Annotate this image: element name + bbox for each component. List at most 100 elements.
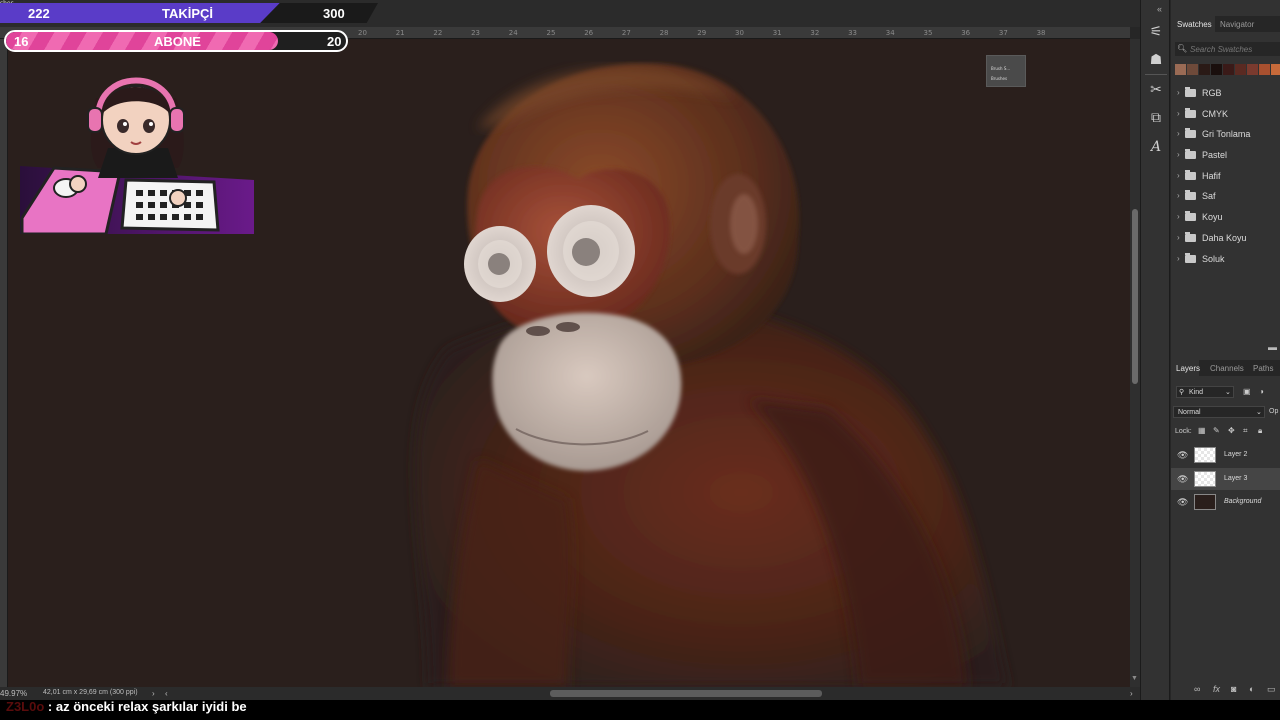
fx-icon[interactable]: fx	[1213, 684, 1220, 694]
layer-thumbnail	[1194, 447, 1216, 463]
layer-row[interactable]: 👁︎ Background	[1171, 491, 1280, 513]
lock-image-icon[interactable]: ✎	[1213, 426, 1220, 435]
chevron-right-icon[interactable]: ›	[1177, 212, 1180, 221]
chevron-right-icon[interactable]: ›	[1177, 233, 1180, 242]
chevron-right-icon[interactable]: ›	[1177, 254, 1180, 263]
color-swatch[interactable]	[1187, 64, 1198, 75]
blend-mode-select[interactable]: Normal ⌄	[1173, 406, 1265, 418]
tab-navigator[interactable]: Navigator	[1220, 20, 1254, 29]
opacity-label: Op	[1269, 408, 1279, 415]
adjustments-icon[interactable]: ⧉	[1147, 108, 1165, 126]
properties-icon[interactable]: ⚟	[1147, 22, 1165, 40]
follower-label: TAKİPÇİ	[162, 6, 214, 21]
layer-kind-filter[interactable]: ⚲ Kind ⌄	[1176, 386, 1234, 398]
color-swatch[interactable]	[1175, 64, 1186, 75]
tab-swatches[interactable]: Swatches	[1177, 20, 1212, 29]
tab-channels[interactable]: Channels	[1210, 364, 1244, 373]
swatch-group-label: Saf	[1202, 191, 1216, 202]
folder-icon	[1185, 231, 1196, 242]
subscriber-bar-fill	[6, 32, 278, 50]
swatches-search-input[interactable]: 🔍︎ Search Swatches	[1175, 42, 1280, 56]
subscriber-label: ABONE	[154, 34, 201, 49]
color-swatch[interactable]	[1223, 64, 1234, 75]
zoom-level[interactable]: 49.97%	[0, 689, 27, 698]
new-group-folder-icon[interactable]: ▬	[1268, 342, 1277, 352]
mask-icon[interactable]: ◙	[1231, 684, 1236, 694]
swatch-group-label: Gri Tonlama	[1202, 129, 1251, 140]
swatch-group[interactable]: › Pastel	[1171, 146, 1280, 167]
chevron-right-icon[interactable]: ›	[1177, 129, 1180, 138]
swatch-group[interactable]: › Koyu	[1171, 208, 1280, 229]
follower-current: 222	[28, 6, 50, 21]
type-icon[interactable]: A	[1147, 138, 1165, 156]
lock-transparent-icon[interactable]: ▦	[1198, 426, 1206, 435]
swatch-group[interactable]: › Gri Tonlama	[1171, 125, 1280, 146]
swatch-group-label: Pastel	[1202, 150, 1228, 161]
adjustment-layer-icon[interactable]: ◐	[1249, 684, 1254, 694]
ruler-left	[0, 39, 8, 687]
brush-settings-item[interactable]: Brush S...	[991, 66, 1010, 71]
chevron-right-icon[interactable]: ›	[1177, 109, 1180, 118]
collapse-panels-icon[interactable]: «	[1157, 4, 1162, 14]
follower-goal-bar: 222 TAKİPÇİ 300	[0, 3, 378, 23]
color-swatch[interactable]	[1211, 64, 1222, 75]
color-swatch[interactable]	[1271, 64, 1280, 75]
color-swatch[interactable]	[1235, 64, 1246, 75]
ruler-tick-label: 36	[961, 29, 971, 37]
color-swatch[interactable]	[1259, 64, 1270, 75]
lock-label: Lock:	[1175, 428, 1192, 435]
horizontal-scroll-thumb[interactable]	[550, 690, 822, 697]
brushes-item[interactable]: Brushes	[991, 76, 1007, 81]
chevron-down-icon: ⌄	[1225, 389, 1231, 396]
layer-row[interactable]: 👁︎ Layer 3	[1171, 467, 1280, 490]
layer-name: Background	[1224, 498, 1262, 505]
visibility-eye-icon[interactable]: 👁︎	[1177, 497, 1188, 508]
visibility-eye-icon[interactable]: 👁︎	[1177, 450, 1188, 461]
swatch-group[interactable]: › Saf	[1171, 187, 1280, 208]
swatch-group-label: CMYK	[1202, 108, 1229, 119]
vertical-scrollbar[interactable]: ▼	[1130, 39, 1140, 687]
swatch-group[interactable]: › Soluk	[1171, 250, 1280, 271]
swatch-group-label: Hafif	[1202, 170, 1221, 181]
tab-layers[interactable]: Layers	[1176, 364, 1200, 373]
layer-row[interactable]: 👁︎ Layer 2	[1171, 444, 1280, 466]
chat-message: az önceki relax şarkılar iyidi be	[55, 699, 247, 714]
scroll-down-arrow-icon[interactable]: ▼	[1131, 675, 1138, 682]
ruler-tick-label: 31	[772, 29, 782, 37]
chevron-right-icon[interactable]: ›	[1177, 88, 1180, 97]
color-swatch[interactable]	[1247, 64, 1258, 75]
chevron-right-icon[interactable]: ›	[1177, 150, 1180, 159]
hscroll-right-arrow-icon[interactable]: ›	[1130, 689, 1133, 698]
swatch-group[interactable]: › Hafif	[1171, 167, 1280, 188]
chevron-right-icon[interactable]: ›	[1177, 191, 1180, 200]
floating-brushes-panel[interactable]: Brush S... Brushes	[986, 55, 1026, 87]
subscriber-current: 16	[14, 34, 29, 49]
chat-separator: :	[44, 699, 56, 714]
chevron-right-icon[interactable]: ›	[1177, 171, 1180, 180]
ruler-tick-label: 34	[885, 29, 895, 37]
filter-adjustment-icon[interactable]: ◑	[1259, 387, 1264, 396]
horizontal-scrollbar[interactable]	[175, 690, 1125, 697]
libraries-icon[interactable]: ☗	[1147, 50, 1165, 68]
ruler-tick-label: 20	[358, 29, 367, 37]
lock-artboard-icon[interactable]: ⌗	[1243, 426, 1248, 436]
lock-position-icon[interactable]: ✥	[1228, 426, 1235, 435]
swatch-group[interactable]: › RGB	[1171, 84, 1280, 105]
lock-all-icon[interactable]: 🔒︎	[1258, 426, 1262, 436]
tools-icon[interactable]: ✂	[1147, 80, 1165, 98]
swatch-group[interactable]: › Daha Koyu	[1171, 229, 1280, 250]
ruler-tick-label: 29	[697, 29, 707, 37]
status-menu-arrow-icon[interactable]: ›	[152, 689, 155, 698]
hscroll-left-arrow-icon[interactable]: ‹	[165, 689, 168, 698]
swatch-group[interactable]: › CMYK	[1171, 105, 1280, 126]
tab-paths[interactable]: Paths	[1253, 364, 1273, 373]
search-placeholder: Search Swatches	[1190, 45, 1253, 54]
filter-image-icon[interactable]: ▣	[1243, 387, 1251, 396]
new-group-icon[interactable]: ▭	[1267, 684, 1276, 695]
visibility-eye-icon[interactable]: 👁︎	[1177, 474, 1188, 485]
ruler-tick-label: 37	[998, 29, 1008, 37]
color-swatch[interactable]	[1199, 64, 1210, 75]
vertical-scroll-thumb[interactable]	[1132, 209, 1138, 384]
chat-username: Z3L0o	[6, 699, 45, 714]
link-icon[interactable]: ∞	[1194, 684, 1200, 694]
